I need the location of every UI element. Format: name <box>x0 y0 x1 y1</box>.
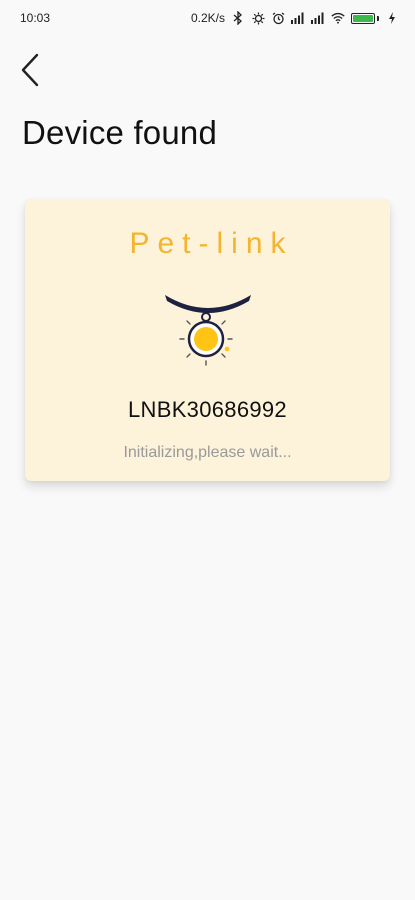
pet-collar-icon <box>164 295 251 366</box>
network-speed: 0.2K/s <box>190 11 225 25</box>
back-button[interactable] <box>14 50 46 90</box>
settings-icon <box>251 11 265 25</box>
status-icons: 0.2K/s <box>191 11 399 25</box>
page-title: Device found <box>22 114 218 151</box>
battery-icon <box>351 12 379 24</box>
chevron-left-icon <box>21 53 39 87</box>
device-status: Initializing,please wait... <box>123 444 292 461</box>
signal-icon <box>311 11 325 25</box>
status-time: 10:03 <box>20 11 51 25</box>
charging-icon <box>385 11 399 25</box>
status-bar: 10:03 0.2K/s <box>0 0 415 36</box>
device-card[interactable]: Pet-link LNBK30686992 Initializing,pleas… <box>25 199 390 481</box>
bluetooth-icon <box>231 11 245 25</box>
device-id: LNBK30686992 <box>128 397 287 422</box>
brand-name: Pet-link <box>129 227 294 260</box>
signal-icon <box>291 11 305 25</box>
wifi-icon <box>331 11 345 25</box>
alarm-icon <box>271 11 285 25</box>
